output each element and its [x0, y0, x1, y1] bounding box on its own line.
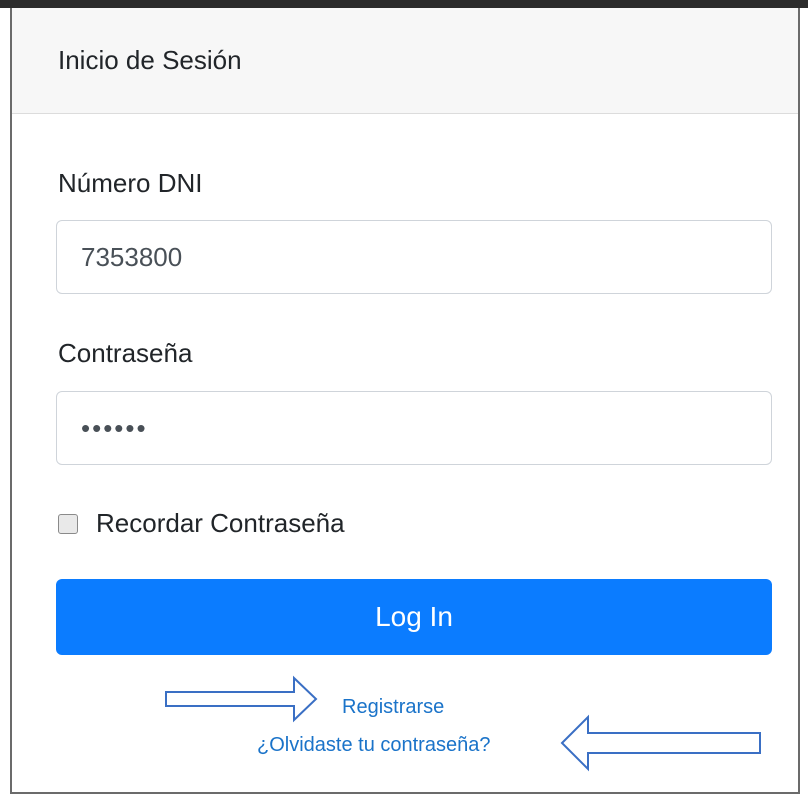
window-top-edge [0, 0, 808, 8]
remember-checkbox[interactable] [58, 513, 78, 534]
arrow-right-icon [165, 675, 318, 723]
password-label: Contraseña [58, 338, 193, 368]
login-button-label: Log In [375, 601, 453, 632]
remember-row[interactable]: Recordar Contraseña [58, 508, 345, 539]
dni-label: Número DNI [58, 168, 203, 198]
forgot-password-link[interactable]: ¿Olvidaste tu contraseña? [257, 734, 490, 757]
arrow-left-icon [560, 714, 761, 772]
remember-label[interactable]: Recordar Contraseña [96, 508, 345, 539]
login-card: Inicio de Sesión Número DNI 7353800 Cont… [10, 8, 800, 794]
card-header: Inicio de Sesión [12, 8, 798, 114]
login-button[interactable]: Log In [56, 579, 772, 655]
page-title: Inicio de Sesión [58, 45, 242, 75]
register-link[interactable]: Registrarse [342, 696, 444, 719]
password-input[interactable]: •••••• [56, 391, 772, 465]
dni-input[interactable]: 7353800 [56, 220, 772, 294]
